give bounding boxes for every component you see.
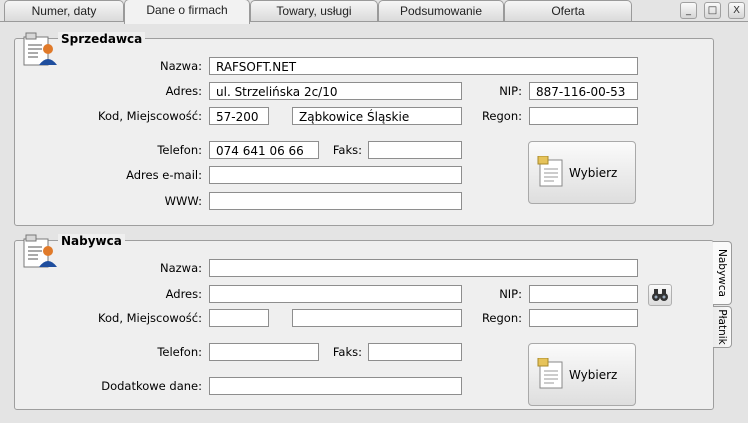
buyer-title: Nabywca [58, 234, 125, 248]
buyer-extra-input[interactable] [209, 377, 462, 395]
restore-button[interactable]: □ [704, 2, 721, 19]
buyer-contact-icon [23, 234, 57, 268]
seller-email-label: Adres e-mail: [126, 168, 202, 182]
tab-strip-border [0, 21, 748, 22]
seller-title: Sprzedawca [58, 32, 146, 46]
tab-numer-daty[interactable]: Numer, daty [4, 0, 124, 22]
seller-nip-label: NIP: [499, 84, 522, 98]
seller-fax-label: Faks: [332, 143, 362, 157]
buyer-nip-label: NIP: [499, 287, 522, 301]
tab-podsumowanie[interactable]: Podsumowanie [378, 0, 504, 22]
buyer-name-label: Nazwa: [159, 261, 202, 275]
buyer-postal-code-input[interactable] [209, 309, 269, 327]
seller-select-button[interactable]: Wybierz [528, 141, 636, 204]
buyer-address-input[interactable] [209, 285, 462, 303]
seller-phone-label: Telefon: [157, 143, 202, 157]
seller-www-input[interactable] [209, 192, 462, 210]
seller-contact-icon [23, 32, 57, 66]
close-button[interactable]: X [728, 2, 745, 19]
buyer-fax-label: Faks: [332, 345, 362, 359]
restore-icon: □ [707, 5, 718, 16]
side-tab-nabywca[interactable]: Nabywca [713, 241, 732, 305]
seller-email-input[interactable] [209, 166, 462, 184]
buyer-regon-input[interactable] [529, 309, 638, 327]
buyer-postal-city-label: Kod, Miejscowość: [98, 311, 202, 325]
buyer-name-input[interactable] [209, 259, 638, 277]
minimize-button[interactable]: _ [680, 2, 697, 19]
document-icon [537, 156, 563, 187]
buyer-select-label: Wybierz [569, 368, 618, 382]
seller-fax-input[interactable] [368, 141, 462, 159]
side-tab-platnik-label: Płatnik [716, 309, 728, 345]
document-icon [537, 358, 563, 389]
tab-dane-o-firmach[interactable]: Dane o firmach [124, 0, 250, 24]
seller-address-input[interactable]: ul. Strzelińska 2c/10 [209, 82, 462, 100]
buyer-extra-label: Dodatkowe dane: [101, 379, 202, 393]
buyer-phone-input[interactable] [209, 343, 319, 361]
seller-postal-city-label: Kod, Miejscowość: [98, 109, 202, 123]
buyer-address-label: Adres: [165, 287, 202, 301]
seller-city-input[interactable]: Ząbkowice Śląskie [292, 107, 462, 125]
buyer-nip-input[interactable] [529, 285, 638, 303]
seller-regon-input[interactable] [529, 107, 638, 125]
buyer-phone-label: Telefon: [157, 345, 202, 359]
buyer-fax-input[interactable] [368, 343, 462, 361]
minimize-icon: _ [686, 5, 691, 16]
seller-name-input[interactable]: RAFSOFT.NET [209, 57, 638, 75]
buyer-regon-label: Regon: [481, 311, 522, 325]
binoculars-icon [652, 289, 668, 301]
seller-name-label: Nazwa: [159, 59, 202, 73]
seller-select-label: Wybierz [569, 166, 618, 180]
buyer-select-button[interactable]: Wybierz [528, 343, 636, 406]
seller-www-label: WWW: [164, 194, 202, 208]
side-tab-platnik[interactable]: Płatnik [713, 306, 732, 348]
buyer-city-input[interactable] [292, 309, 462, 327]
side-tab-nabywca-label: Nabywca [716, 249, 728, 297]
tab-oferta[interactable]: Oferta [504, 0, 632, 22]
buyer-search-button[interactable] [648, 284, 672, 306]
seller-phone-input[interactable]: 074 641 06 66 [209, 141, 319, 159]
seller-address-label: Adres: [165, 84, 202, 98]
close-icon: X [733, 5, 740, 16]
seller-nip-input[interactable]: 887-116-00-53 [529, 82, 638, 100]
seller-postal-code-input[interactable]: 57-200 [209, 107, 269, 125]
tab-towary-uslugi[interactable]: Towary, usługi [250, 0, 378, 22]
seller-regon-label: Regon: [481, 109, 522, 123]
